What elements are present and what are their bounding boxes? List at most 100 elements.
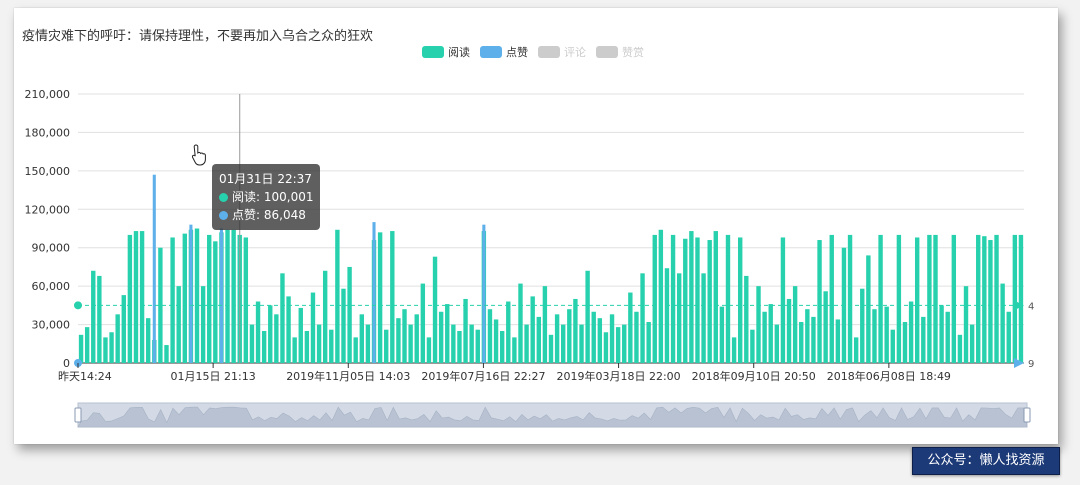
bar-read — [286, 296, 291, 363]
bar-read — [396, 318, 401, 363]
data-zoom-slider[interactable] — [74, 402, 1031, 428]
bar-read — [451, 324, 456, 363]
bar-read — [457, 330, 462, 363]
y-tick-label: 30,000 — [32, 319, 71, 332]
bar-read — [921, 316, 926, 363]
bar-read — [756, 286, 761, 363]
y-tick-label: 0 — [63, 357, 70, 370]
bar-read — [628, 292, 633, 363]
bar-read — [823, 291, 828, 363]
bar-read — [524, 324, 529, 363]
bar-read — [347, 266, 352, 363]
bar-read — [377, 232, 383, 363]
bar-read — [554, 314, 560, 363]
bar-read — [335, 229, 340, 363]
bar-read — [884, 306, 889, 363]
zoom-handle-left[interactable] — [74, 407, 82, 423]
bar-like — [152, 174, 156, 363]
bar-read — [683, 238, 688, 363]
like-end-label: 9 — [1028, 359, 1034, 370]
bar-read — [963, 286, 969, 363]
bar-read — [1000, 283, 1005, 363]
bar-like — [219, 228, 223, 363]
average-label: 4 — [1028, 301, 1034, 312]
bar-read — [548, 334, 554, 363]
bar-read — [792, 286, 798, 363]
bar-read — [976, 234, 981, 363]
bar-read — [872, 309, 877, 363]
bar-read — [927, 234, 932, 363]
bar-read — [420, 283, 426, 363]
bar-read — [115, 314, 120, 363]
bar-read — [280, 273, 285, 363]
bar-read — [988, 240, 993, 363]
bar-read — [811, 316, 816, 363]
bar-read — [866, 255, 871, 363]
bar-read — [994, 234, 999, 363]
bar-read — [274, 314, 279, 363]
bar-read — [945, 311, 950, 363]
x-tick-label: 2018年09月10日 20:50 — [692, 369, 816, 383]
bar-read — [1018, 234, 1024, 363]
bar-read — [676, 273, 682, 363]
bar-read — [176, 286, 181, 363]
bar-read — [329, 329, 334, 363]
bar-read — [902, 322, 908, 363]
bar-read — [200, 286, 206, 363]
bar-read — [164, 345, 169, 363]
bar-read — [518, 283, 523, 363]
bar-read — [738, 237, 743, 363]
bar-read — [768, 304, 773, 363]
tooltip-dot-read — [219, 192, 228, 202]
bar-read — [640, 273, 645, 363]
bar-read — [908, 301, 914, 363]
bar-read — [475, 329, 480, 363]
bar-read — [255, 301, 261, 363]
bar-read — [445, 304, 450, 363]
chart-svg: 0 30,000 60,000 90,000 120,000 150,000 180,000… — [25, 88, 1034, 428]
x-tick-label: 2019年07月16日 22:27 — [421, 369, 545, 383]
bar-read — [133, 231, 139, 363]
y-axis: 0 30,000 60,000 90,000 120,000 150,000 180,000… — [25, 88, 71, 370]
bar-read — [127, 234, 133, 363]
chart-overlay: 49 — [74, 94, 1034, 370]
bar-read — [982, 236, 987, 363]
x-tick-label: 2018年06月08日 18:49 — [827, 369, 951, 383]
bar-read — [664, 268, 670, 363]
bar-read — [701, 273, 706, 363]
bar-read — [634, 311, 639, 363]
bar-read — [896, 234, 902, 363]
bar-read — [731, 337, 737, 363]
bar-read — [341, 288, 346, 363]
bar-read — [615, 327, 621, 363]
y-tick-label: 210,000 — [25, 88, 71, 101]
bar-read — [384, 329, 389, 363]
bar-read — [847, 234, 853, 363]
bar-read — [561, 324, 566, 363]
bar-read — [762, 311, 767, 363]
y-tick-label: 60,000 — [32, 280, 71, 293]
bar-read — [603, 332, 609, 363]
bar-read — [469, 324, 474, 363]
bar-read — [774, 324, 780, 363]
bar-read — [646, 322, 651, 363]
bar-read — [322, 270, 328, 363]
bar-like — [482, 224, 486, 363]
bar-read — [579, 324, 584, 363]
bar-read — [390, 231, 395, 363]
bar-read — [84, 327, 90, 363]
bar-read — [542, 286, 548, 363]
bar-read — [719, 306, 725, 363]
zoom-handle-right[interactable] — [1023, 407, 1031, 423]
bar-read — [670, 234, 676, 363]
bar-read — [182, 233, 188, 363]
y-tick-label: 180,000 — [25, 126, 71, 139]
bar-read — [512, 337, 517, 363]
bar-read — [530, 296, 535, 363]
bar-read — [463, 298, 468, 363]
x-tick-label: 2019年03月18日 22:00 — [556, 369, 680, 383]
bar-read — [951, 234, 957, 363]
bar-read — [438, 311, 444, 363]
bar-read — [499, 330, 505, 363]
bar-read — [805, 309, 810, 363]
